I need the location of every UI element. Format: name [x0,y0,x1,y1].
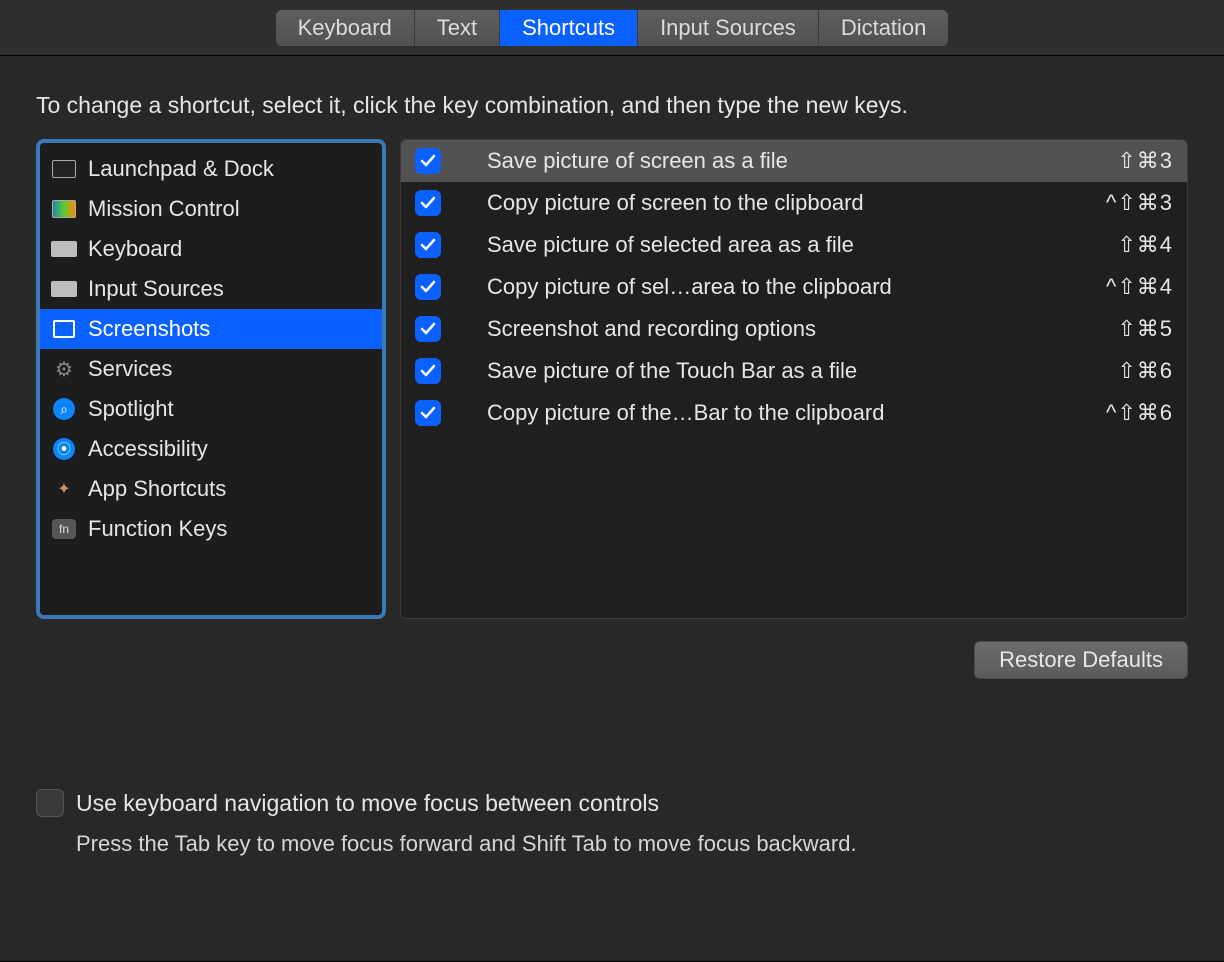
sidebar-item-keyboard[interactable]: Keyboard [40,229,382,269]
sidebar-item-spotlight[interactable]: ⌕ Spotlight [40,389,382,429]
sidebar-item-label: Spotlight [88,396,174,422]
sidebar-item-label: App Shortcuts [88,476,226,502]
sidebar-item-accessibility[interactable]: ⦿ Accessibility [40,429,382,469]
sidebar-item-launchpad[interactable]: Launchpad & Dock [40,149,382,189]
sidebar-item-app-shortcuts[interactable]: ✦ App Shortcuts [40,469,382,509]
restore-defaults-button[interactable]: Restore Defaults [974,641,1188,679]
shortcut-row[interactable]: Copy picture of screen to the clipboard … [401,182,1187,224]
shortcut-row[interactable]: Copy picture of the…Bar to the clipboard… [401,392,1187,434]
shortcut-keys[interactable]: ^⇧⌘3 [1106,190,1173,216]
keyboard-nav-checkbox[interactable] [36,789,64,817]
tab-keyboard[interactable]: Keyboard [276,10,415,46]
sidebar-item-mission-control[interactable]: Mission Control [40,189,382,229]
category-sidebar[interactable]: Launchpad & Dock Mission Control Keyboar… [36,139,386,619]
sidebar-item-label: Accessibility [88,436,208,462]
shortcut-label: Screenshot and recording options [487,316,1099,342]
keyboard-preferences-window: Keyboard Text Shortcuts Input Sources Di… [0,0,1224,962]
checkbox[interactable] [415,400,441,426]
sidebar-item-label: Services [88,356,172,382]
shortcut-row[interactable]: Save picture of selected area as a file … [401,224,1187,266]
footer: Use keyboard navigation to move focus be… [36,789,1188,857]
gear-icon: ⚙ [50,358,78,380]
tabbar: Keyboard Text Shortcuts Input Sources Di… [276,10,949,46]
sidebar-item-label: Mission Control [88,196,240,222]
shortcut-label: Copy picture of sel…area to the clipboar… [487,274,1088,300]
shortcut-row[interactable]: Screenshot and recording options ⇧⌘5 [401,308,1187,350]
shortcut-label: Save picture of screen as a file [487,148,1099,174]
sidebar-item-label: Function Keys [88,516,227,542]
instruction-text: To change a shortcut, select it, click t… [36,92,1188,119]
checkbox[interactable] [415,274,441,300]
tabbar-container: Keyboard Text Shortcuts Input Sources Di… [0,0,1224,56]
sidebar-item-input-sources[interactable]: Input Sources [40,269,382,309]
shortcut-keys[interactable]: ⇧⌘5 [1117,316,1173,342]
checkbox[interactable] [415,232,441,258]
shortcut-list[interactable]: Save picture of screen as a file ⇧⌘3 Cop… [400,139,1188,619]
checkbox[interactable] [415,316,441,342]
mission-control-icon [50,198,78,220]
shortcut-label: Save picture of selected area as a file [487,232,1099,258]
sidebar-item-label: Keyboard [88,236,182,262]
fn-icon: fn [50,518,78,540]
panels: Launchpad & Dock Mission Control Keyboar… [36,139,1188,619]
launchpad-icon [50,158,78,180]
keyboard-nav-row: Use keyboard navigation to move focus be… [36,789,1188,817]
checkbox[interactable] [415,190,441,216]
keyboard-nav-label: Use keyboard navigation to move focus be… [76,790,659,817]
keyboard-icon [50,278,78,300]
keyboard-icon [50,238,78,260]
spotlight-icon: ⌕ [50,398,78,420]
sidebar-item-services[interactable]: ⚙ Services [40,349,382,389]
tab-text[interactable]: Text [415,10,500,46]
shortcut-label: Save picture of the Touch Bar as a file [487,358,1099,384]
sidebar-item-label: Input Sources [88,276,224,302]
sidebar-item-screenshots[interactable]: Screenshots [40,309,382,349]
sidebar-item-label: Launchpad & Dock [88,156,274,182]
shortcut-keys[interactable]: ⇧⌘6 [1117,358,1173,384]
shortcut-row[interactable]: Save picture of the Touch Bar as a file … [401,350,1187,392]
restore-row: Restore Defaults [36,641,1188,679]
shortcut-keys[interactable]: ⇧⌘3 [1117,148,1173,174]
content-area: To change a shortcut, select it, click t… [0,56,1224,962]
screenshot-icon [50,318,78,340]
keyboard-nav-subtext: Press the Tab key to move focus forward … [76,831,1188,857]
shortcut-row[interactable]: Copy picture of sel…area to the clipboar… [401,266,1187,308]
shortcut-label: Copy picture of the…Bar to the clipboard [487,400,1088,426]
checkbox[interactable] [415,148,441,174]
shortcut-keys[interactable]: ^⇧⌘4 [1106,274,1173,300]
shortcut-keys[interactable]: ^⇧⌘6 [1106,400,1173,426]
sidebar-item-function-keys[interactable]: fn Function Keys [40,509,382,549]
sidebar-item-label: Screenshots [88,316,210,342]
shortcut-row[interactable]: Save picture of screen as a file ⇧⌘3 [401,140,1187,182]
shortcut-label: Copy picture of screen to the clipboard [487,190,1088,216]
accessibility-icon: ⦿ [50,438,78,460]
tab-shortcuts[interactable]: Shortcuts [500,10,638,46]
tab-input-sources[interactable]: Input Sources [638,10,819,46]
checkbox[interactable] [415,358,441,384]
shortcut-keys[interactable]: ⇧⌘4 [1117,232,1173,258]
app-shortcuts-icon: ✦ [50,478,78,500]
tab-dictation[interactable]: Dictation [819,10,949,46]
